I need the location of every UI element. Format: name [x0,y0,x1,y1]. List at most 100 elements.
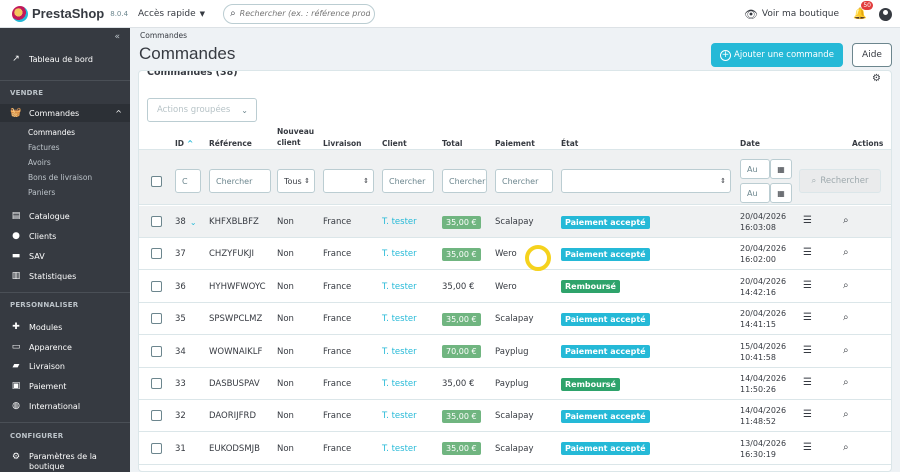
add-order-button[interactable]: + Ajouter une commande [711,43,843,67]
row-checkbox[interactable] [151,410,162,422]
search-input[interactable] [239,9,370,18]
sidebar-subitem-invoices[interactable]: Factures [28,143,59,152]
order-state[interactable]: Paiement accepté [561,303,650,335]
column-state[interactable]: État [561,138,578,149]
bulk-actions-dropdown[interactable]: Actions groupées ⌄ [147,98,257,122]
magnifier-icon[interactable]: ⌕ [843,280,849,291]
sidebar-item-stats[interactable]: ▥ Statistiques [0,271,130,281]
order-client-link[interactable]: T. tester [382,238,417,270]
order-client-link[interactable]: T. tester [382,303,417,335]
column-delivery[interactable]: Livraison [323,138,362,149]
filter-total-input[interactable]: Chercher [442,169,487,193]
filter-client-input[interactable]: Chercher [382,169,434,193]
filter-state-select[interactable]: ⇕ [561,169,731,193]
view-shop-link[interactable]: 👁 Voir ma boutique [744,8,839,21]
sidebar-item-customers[interactable]: ● Clients [0,231,130,241]
order-state[interactable]: Remboursé [561,271,620,303]
order-state[interactable]: Remboursé [561,368,620,400]
filter-date-from-input[interactable]: Au [740,159,770,179]
filter-date-to-input[interactable]: Au [740,183,770,203]
table-row[interactable]: 31 EUKODSMJB Non France T. tester 35,00 … [139,433,891,465]
sidebar-item-international[interactable]: ◍ International [0,401,130,411]
magnifier-icon[interactable]: ⌕ [843,247,849,258]
list-view-icon[interactable]: ☰ [803,442,812,453]
breadcrumb[interactable]: Commandes [140,31,187,40]
sidebar-item-customer-service[interactable]: ▬ SAV [0,251,130,261]
column-date[interactable]: Date [740,138,760,149]
sidebar-subitem-delivery-slips[interactable]: Bons de livraison [28,173,92,182]
magnifier-icon[interactable]: ⌕ [843,409,849,420]
table-row[interactable]: 38 ⌄ KHFXBLBFZ Non France T. tester 35,00… [139,206,891,238]
user-account-icon[interactable] [879,7,892,21]
column-payment[interactable]: Paiement [495,138,535,149]
column-client[interactable]: Client [382,138,407,149]
help-button[interactable]: Aide [852,43,892,67]
list-view-icon[interactable]: ☰ [803,377,812,388]
order-state[interactable]: Paiement accepté [561,336,650,368]
sidebar-item-modules[interactable]: ✚ Modules [0,322,130,332]
order-client-link[interactable]: T. tester [382,368,417,400]
order-state[interactable]: Paiement accepté [561,238,650,270]
row-checkbox[interactable] [151,378,162,389]
chevron-down-icon[interactable]: ⌄ [190,218,197,227]
column-id[interactable]: ID ^ [175,138,193,149]
list-view-icon[interactable]: ☰ [803,215,812,226]
filter-id-input[interactable]: C [175,169,201,193]
magnifier-icon[interactable]: ⌕ [843,312,849,323]
notifications-button[interactable]: 🔔 50 [853,1,873,21]
logo[interactable]: PrestaShop 8.0.4 [12,5,134,22]
order-state[interactable]: Paiement accepté [561,400,650,432]
magnifier-icon[interactable]: ⌕ [843,215,849,226]
select-all-checkbox[interactable] [151,176,162,187]
sidebar-item-appearance[interactable]: ▭ Apparence [0,342,130,352]
filter-new-client-select[interactable]: Tous ⇕ [277,169,315,193]
row-checkbox[interactable] [151,442,162,454]
search-filter-button[interactable]: ⌕ Rechercher [799,169,881,193]
magnifier-icon[interactable]: ⌕ [843,442,849,453]
row-checkbox[interactable] [151,313,162,325]
order-state[interactable]: Paiement accepté [561,206,650,238]
order-client-link[interactable]: T. tester [382,271,417,303]
magnifier-icon[interactable]: ⌕ [843,345,849,356]
table-row[interactable]: 33 DASBUSPAV Non France T. tester 35,00 … [139,368,891,400]
sidebar-item-dashboard[interactable]: ↗ Tableau de bord [0,54,130,64]
collapse-sidebar-icon[interactable]: « [114,32,120,42]
sidebar-item-catalog[interactable]: ▤ Catalogue [0,211,130,221]
sidebar-subitem-credit-slips[interactable]: Avoirs [28,158,51,167]
list-view-icon[interactable]: ☰ [803,247,812,258]
list-view-icon[interactable]: ☰ [803,345,812,356]
list-view-icon[interactable]: ☰ [803,280,812,291]
sidebar-subitem-orders[interactable]: Commandes [28,128,75,137]
sidebar-item-payment[interactable]: ▣ Paiement [0,381,130,391]
row-checkbox[interactable] [151,280,162,292]
order-client-link[interactable]: T. tester [382,206,417,238]
filter-reference-input[interactable]: Chercher [209,169,271,193]
order-state[interactable]: Paiement accepté [561,433,650,465]
order-client-link[interactable]: T. tester [382,400,417,432]
magnifier-icon[interactable]: ⌕ [843,377,849,388]
search-box[interactable]: ⌕ [223,3,376,24]
table-row[interactable]: 34 WOWNAIKLF Non France T. tester 70,00 … [139,336,891,368]
sidebar-item-shop-parameters[interactable]: ⚙ Paramètres de la boutique [0,452,130,472]
sidebar-subitem-carts[interactable]: Paniers [28,188,55,197]
sidebar-item-shipping[interactable]: ▰ Livraison [0,361,130,371]
row-checkbox[interactable] [151,345,162,357]
filter-payment-input[interactable]: Chercher [495,169,553,193]
list-view-icon[interactable]: ☰ [803,409,812,420]
column-total[interactable]: Total [442,138,463,149]
table-row[interactable]: 32 DAORIJFRD Non France T. tester 35,00 … [139,400,891,433]
calendar-icon[interactable]: ▦ [770,183,792,203]
column-new-client[interactable]: Nouveau client [277,126,314,148]
table-row[interactable]: 35 SPSWPCLMZ Non France T. tester 35,00 … [139,303,891,336]
row-checkbox[interactable] [151,248,162,260]
order-client-link[interactable]: T. tester [382,336,417,368]
column-reference[interactable]: Référence [209,138,252,149]
settings-gear-icon[interactable]: ⚙ [872,73,881,84]
table-row[interactable]: 36 HYHWFWOYC Non France T. tester 35,00 … [139,271,891,303]
sidebar-item-orders[interactable]: 🧺 Commandes ^ [0,104,130,122]
list-view-icon[interactable]: ☰ [803,312,812,323]
quick-access-dropdown[interactable]: Accès rapide ▼ [138,9,205,19]
calendar-icon[interactable]: ▦ [770,159,792,179]
table-row[interactable]: 37 CHZYFUKJI Non France T. tester 35,00 … [139,238,891,271]
order-client-link[interactable]: T. tester [382,433,417,465]
